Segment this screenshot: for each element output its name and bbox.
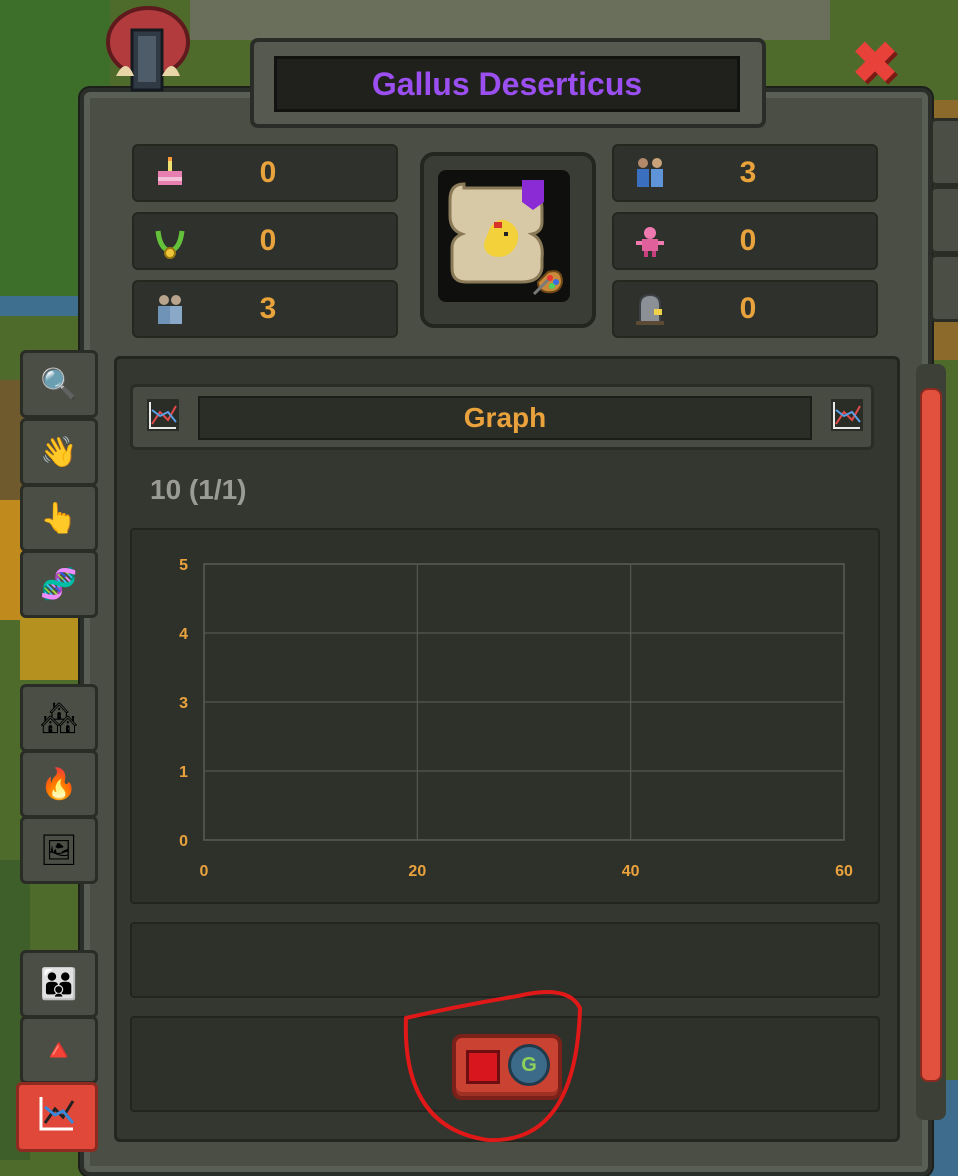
gravestone-icon <box>630 289 670 329</box>
tab-divine-power[interactable]: 👋 <box>20 418 98 486</box>
laurel-medal-icon <box>150 221 190 261</box>
graph-icon <box>37 1093 77 1141</box>
magic-hand-icon: 👋 <box>40 435 78 469</box>
fire-crown-icon: 🔥 <box>40 767 78 801</box>
x-tick-label: 40 <box>622 863 640 880</box>
line-chart: 0 20 40 60 0 1 3 4 5 <box>179 557 853 880</box>
creature-portrait-frame <box>420 152 596 328</box>
y-tick-label: 0 <box>179 833 188 850</box>
x-tick-label: 60 <box>835 863 853 880</box>
y-tick-label: 5 <box>179 557 188 574</box>
pyramid-icon: 🔺 <box>40 1033 78 1067</box>
y-tick-label: 3 <box>179 695 188 712</box>
graph-legend-area <box>130 922 880 998</box>
stat-value: 0 <box>739 292 757 325</box>
tab-villages[interactable]: 🏘 <box>20 684 98 752</box>
pointing-hand-icon: 👆 <box>40 501 78 535</box>
stat-population: 3 <box>132 280 398 338</box>
stat-kills: 0 <box>132 212 398 270</box>
y-tick-label: 1 <box>179 764 188 781</box>
graph-next-icon[interactable] <box>830 398 864 432</box>
stat-value: 3 <box>259 292 277 325</box>
right-tab-1[interactable] <box>930 118 958 186</box>
birthday-cake-icon <box>150 153 190 193</box>
tab-spawn[interactable]: 👆 <box>20 484 98 552</box>
creature-portrait <box>438 170 570 302</box>
x-tick-label: 20 <box>408 863 426 880</box>
frame-icon: 🖼 <box>39 833 79 867</box>
stat-value: 0 <box>739 224 757 257</box>
right-tab-2[interactable] <box>930 186 958 254</box>
stat-value: 3 <box>739 156 757 189</box>
couple-icon <box>630 153 670 193</box>
graph-chart-area: 0 20 40 60 0 1 3 4 5 <box>130 528 880 904</box>
x-tick-label: 0 <box>200 863 209 880</box>
stat-children: 0 <box>612 212 878 270</box>
family-icon: 👪 <box>40 967 78 1001</box>
stat-value: 0 <box>259 224 277 257</box>
y-tick-label: 4 <box>179 626 188 643</box>
magnifier-icon: 🔍 <box>40 367 78 401</box>
graph-count-label: 10 (1/1) <box>150 474 247 505</box>
population-icon <box>150 289 190 329</box>
graph-prev-icon[interactable] <box>146 398 180 432</box>
tab-traits[interactable]: 🔥 <box>20 750 98 818</box>
kingdom-crest-icon[interactable] <box>102 6 194 96</box>
village-icon: 🏘 <box>39 701 79 735</box>
tab-inspect[interactable]: 🔍 <box>20 350 98 418</box>
close-button[interactable]: ✖ <box>840 30 910 96</box>
stat-value: 0 <box>259 156 277 189</box>
window-title: Gallus Deserticus <box>274 56 740 112</box>
stat-couples: 3 <box>612 144 878 202</box>
tab-graph[interactable] <box>16 1082 98 1152</box>
dna-icon: 🧬 <box>40 567 78 601</box>
graph-title: Graph <box>198 396 812 440</box>
annotation-circle <box>398 988 588 1153</box>
close-icon: ✖ <box>851 31 899 94</box>
stat-deaths: 0 <box>612 280 878 338</box>
tab-genes[interactable]: 🧬 <box>20 550 98 618</box>
tab-ranking[interactable]: 🔺 <box>20 1016 98 1084</box>
scrollbar-thumb[interactable] <box>920 388 942 1082</box>
pink-creature-icon <box>630 221 670 261</box>
tab-family[interactable]: 👪 <box>20 950 98 1018</box>
tab-items[interactable]: 🖼 <box>20 816 98 884</box>
right-tab-3[interactable] <box>930 254 958 322</box>
stat-age: 0 <box>132 144 398 202</box>
